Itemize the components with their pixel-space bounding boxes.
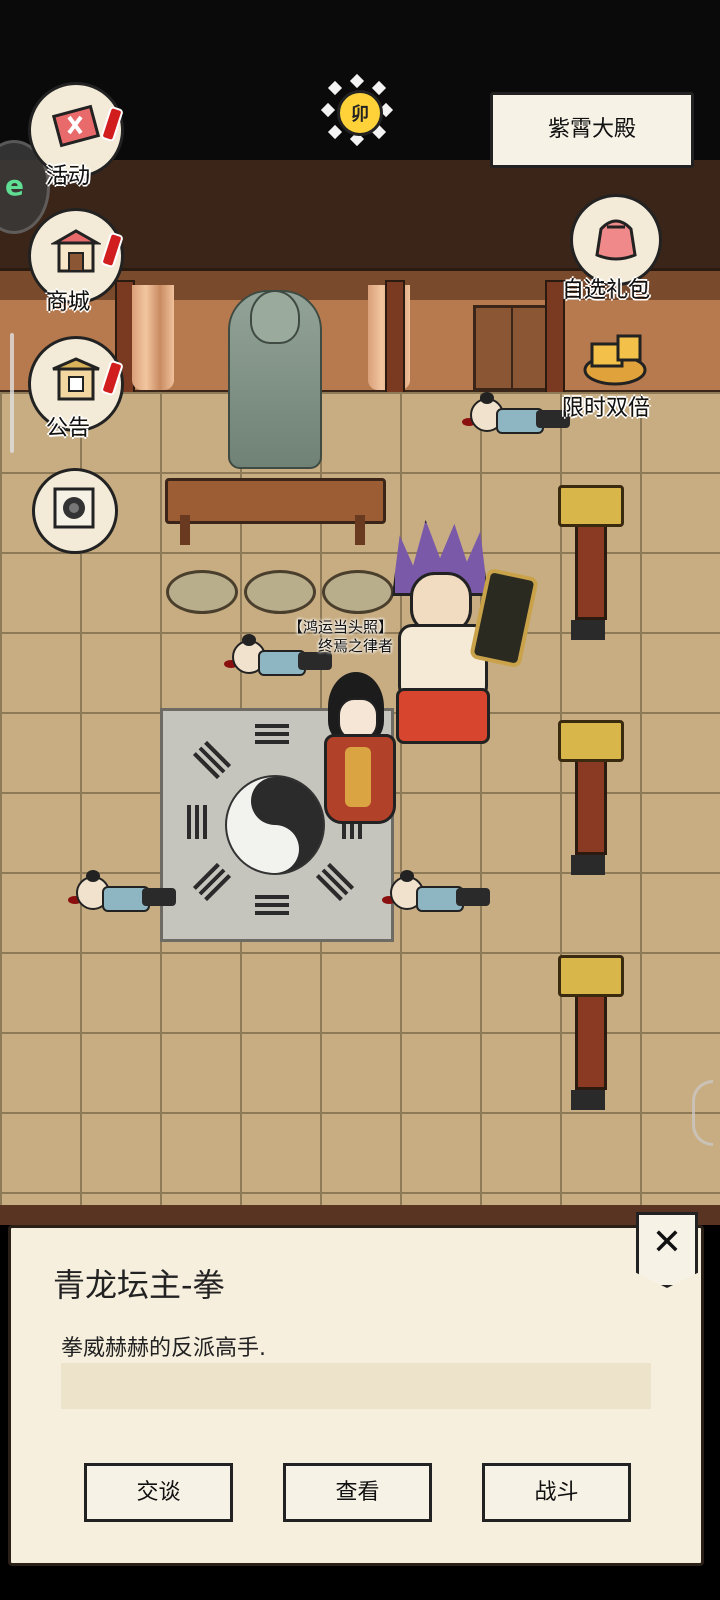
alert-marker (100, 359, 124, 397)
scroll-hint-arc (692, 1080, 713, 1146)
stone-lantern (558, 720, 624, 875)
time-of-day-indicator[interactable]: 卯 (320, 73, 394, 147)
notice-gate-icon (52, 357, 100, 401)
dialog-close-button[interactable]: ✕ (636, 1212, 698, 1288)
side-badge-text: e (5, 169, 24, 202)
npc-dialog-panel: 青龙坛主-拳 拳威赫赫的反派高手. 交谈 查看 战斗 (8, 1225, 704, 1566)
alert-marker (100, 231, 124, 269)
curtain (132, 285, 174, 390)
wall-pillar (385, 280, 405, 394)
notice-label: 公告 (46, 416, 91, 441)
floor-edge (0, 1205, 720, 1225)
activity-label: 活动 (46, 164, 91, 189)
portal-scroll-button[interactable] (32, 468, 118, 554)
fallen-disciple[interactable] (382, 870, 490, 916)
stone-lantern (558, 955, 624, 1110)
talk-button[interactable]: 交谈 (84, 1463, 233, 1522)
offering-altar (165, 478, 386, 524)
npc-name-label: 【鸿运当头照】 终焉之律者 (288, 618, 393, 656)
fallen-disciple[interactable] (68, 870, 176, 916)
npc-dialog-title: 青龙坛主-拳 (53, 1266, 225, 1304)
close-icon: ✕ (651, 1222, 683, 1263)
trigram (187, 805, 207, 839)
location-name[interactable]: 紫霄大殿 (490, 92, 694, 168)
gift-pack-label: 自选礼包 (562, 278, 651, 303)
trigram (255, 895, 289, 915)
yin-yang-symbol (225, 775, 325, 875)
altar-leg (180, 515, 190, 545)
trigram (255, 724, 289, 744)
dialog-text-band (61, 1363, 651, 1409)
stone-lantern (558, 485, 624, 640)
altar-leg (355, 515, 365, 545)
gift-bag-icon (595, 219, 637, 261)
statue-head (250, 290, 300, 344)
prayer-cushion (166, 570, 238, 614)
hall-door (473, 305, 551, 391)
activity-scroll-icon (51, 104, 101, 148)
double-reward-label: 限时双倍 (562, 396, 651, 421)
npc-name-line: 终焉之律者 (318, 637, 394, 655)
scroll-portal-icon (53, 487, 95, 529)
fight-button[interactable]: 战斗 (482, 1463, 631, 1522)
inspect-button[interactable]: 查看 (283, 1463, 432, 1522)
fallen-disciple[interactable] (462, 392, 570, 438)
gold-treasure-icon (583, 334, 647, 386)
time-glyph: 卯 (337, 90, 383, 136)
prayer-cushion (244, 570, 316, 614)
shop-label: 商城 (46, 290, 91, 315)
npc-dialog-description: 拳威赫赫的反派高手. (61, 1336, 266, 1361)
npc-title-line: 【鸿运当头照】 (288, 618, 394, 636)
player-character[interactable] (318, 672, 396, 824)
shop-stall-icon (51, 229, 101, 273)
double-reward-button[interactable] (580, 326, 650, 390)
boss-npc-fist-master[interactable] (380, 520, 539, 750)
alert-marker (100, 105, 124, 143)
side-drawer-handle[interactable] (10, 333, 14, 453)
